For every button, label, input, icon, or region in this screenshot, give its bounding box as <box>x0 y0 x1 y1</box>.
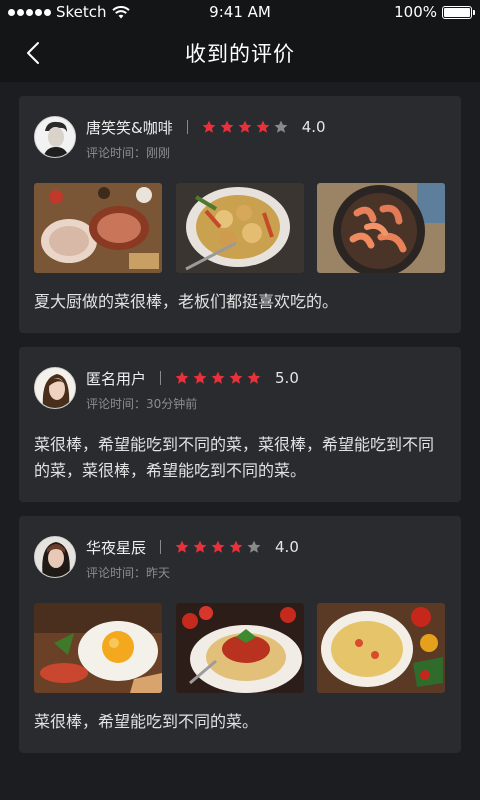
status-bar: Sketch 9:41 AM 100% <box>0 0 480 24</box>
star-filled-icon <box>247 371 261 384</box>
roasted-potatoes-photo[interactable] <box>175 183 304 273</box>
review-time: 评论时间：昨天 <box>86 566 171 580</box>
signal-icon <box>8 8 51 16</box>
star-filled-icon <box>202 120 216 133</box>
rating-score: 5.0 <box>275 369 299 387</box>
review-header: 唐笑笑&咖啡 4.0 评论时间：刚刚 <box>34 116 445 161</box>
star-rating <box>175 371 261 385</box>
star-filled-icon <box>211 371 225 384</box>
star-rating <box>175 540 261 554</box>
star-filled-icon <box>229 371 243 384</box>
page-title: 收到的评价 <box>185 42 295 66</box>
battery-icon <box>442 5 475 19</box>
star-filled-icon <box>211 540 225 553</box>
review-card: 匿名用户 5.0 评论时间：30分钟前 菜很棒，希望能吃到不同的菜，菜很棒，希望… <box>19 347 461 502</box>
user-name: 华夜星辰 <box>86 538 147 557</box>
divider <box>160 371 162 385</box>
review-card: 唐笑笑&咖啡 4.0 评论时间：刚刚 夏大厨做的菜很棒，老板们都挺喜欢吃的。 <box>19 96 461 333</box>
user-name: 匿名用户 <box>86 369 147 388</box>
review-time: 评论时间：30分钟前 <box>86 397 198 411</box>
photo-row <box>34 603 445 693</box>
carrier-name: Sketch <box>56 3 107 21</box>
battery-level <box>444 7 470 17</box>
star-filled-icon <box>193 540 207 553</box>
star-filled-icon <box>193 371 207 384</box>
status-time: 9:41 AM <box>209 3 271 21</box>
avatar[interactable] <box>34 367 76 409</box>
star-filled-icon <box>238 120 252 133</box>
star-empty-icon <box>247 540 261 553</box>
battery-group: 100% <box>394 3 475 21</box>
review-comment: 夏大厨做的菜很棒，老板们都挺喜欢吃的。 <box>34 292 339 311</box>
photo-row <box>34 183 445 273</box>
wifi-icon <box>111 5 130 18</box>
divider <box>160 540 162 554</box>
divider <box>186 120 188 134</box>
rating-score: 4.0 <box>301 118 326 136</box>
roast-meat-photo[interactable] <box>34 183 162 273</box>
nav-bar: 收到的评价 <box>0 24 480 82</box>
review-header: 华夜星辰 4.0 评论时间：昨天 <box>34 536 445 581</box>
star-filled-icon <box>175 540 189 553</box>
pasta-dish-photo[interactable] <box>317 603 445 693</box>
star-filled-icon <box>175 371 189 384</box>
review-list: 唐笑笑&咖啡 4.0 评论时间：刚刚 夏大厨做的菜很棒，老板们都挺喜欢吃的。 匿… <box>0 82 480 753</box>
review-header: 匿名用户 5.0 评论时间：30分钟前 <box>34 367 445 412</box>
review-comment: 菜很棒，希望能吃到不同的菜，菜很棒，希望能吃到不同的菜，菜很棒，希望能吃到不同的… <box>34 435 435 480</box>
star-filled-icon <box>229 540 243 553</box>
star-filled-icon <box>256 120 270 133</box>
avatar[interactable] <box>34 116 76 158</box>
spaghetti-photo[interactable] <box>175 603 304 693</box>
back-button[interactable] <box>18 38 48 68</box>
rating-score: 4.0 <box>275 538 299 556</box>
avatar[interactable] <box>34 536 76 578</box>
shrimp-pan-photo[interactable] <box>317 183 445 273</box>
chevron-left-icon <box>27 42 39 64</box>
fried-egg-photo[interactable] <box>34 603 162 693</box>
carrier-group: Sketch <box>8 3 130 21</box>
star-rating <box>202 120 288 134</box>
review-card: 华夜星辰 4.0 评论时间：昨天 菜很棒，希望能吃到不同的菜。 <box>19 516 461 753</box>
star-empty-icon <box>274 120 288 133</box>
battery-percent: 100% <box>394 3 437 21</box>
user-name: 唐笑笑&咖啡 <box>86 118 173 137</box>
star-filled-icon <box>220 120 234 133</box>
review-time: 评论时间：刚刚 <box>86 146 171 160</box>
review-comment: 菜很棒，希望能吃到不同的菜。 <box>34 712 259 731</box>
